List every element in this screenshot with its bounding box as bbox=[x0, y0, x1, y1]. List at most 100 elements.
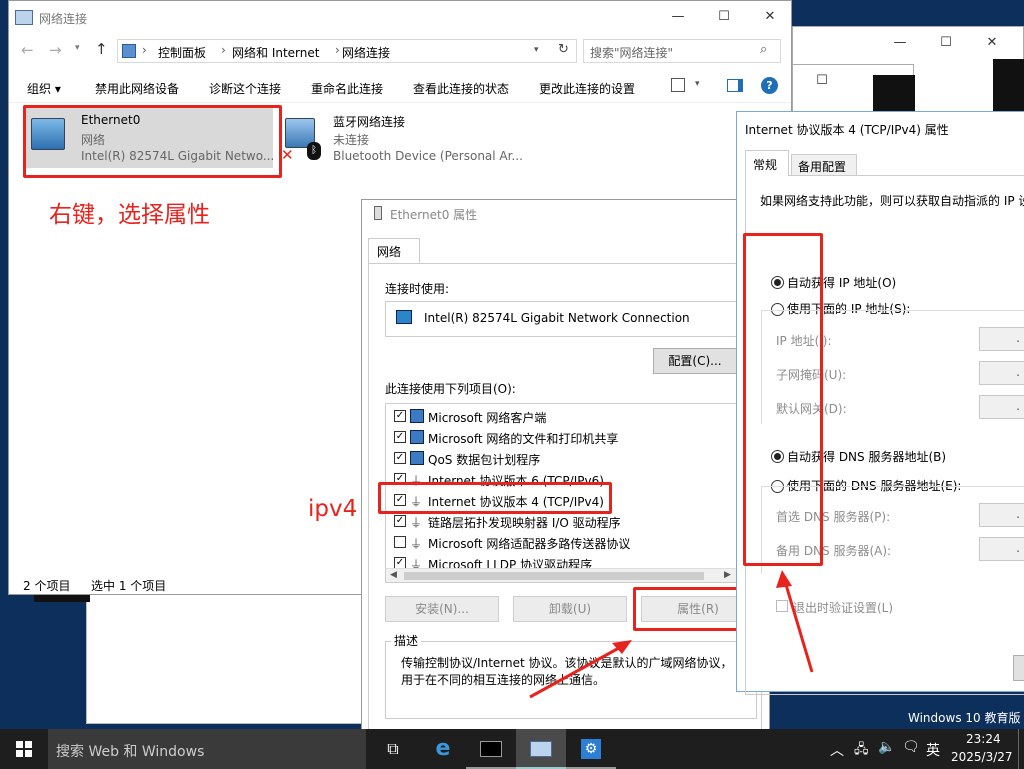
highlight-box bbox=[23, 105, 282, 178]
adapter-name: Intel(R) 82574L Gigabit Network Connecti… bbox=[424, 311, 690, 325]
adapter-name-box: Intel(R) 82574L Gigabit Network Connecti… bbox=[385, 301, 737, 337]
address-dropdown-icon[interactable]: ▾ bbox=[534, 45, 539, 55]
network-connections-taskbar-icon[interactable] bbox=[516, 729, 566, 769]
bluetooth-icon: ᛒ bbox=[307, 142, 321, 160]
view-status-button[interactable]: 查看此连接的状态 bbox=[413, 80, 509, 97]
list-item[interactable]: ⏚ Microsoft 网络适配器多路传送器协议 bbox=[386, 532, 726, 553]
search-icon[interactable]: ⌕ bbox=[760, 42, 767, 57]
tab-network[interactable]: 网络 bbox=[368, 238, 420, 264]
help-icon[interactable]: ? bbox=[761, 77, 778, 94]
gateway-field[interactable]: . bbox=[979, 395, 1024, 419]
breadcrumb-control-panel[interactable]: 控制面板 bbox=[158, 44, 206, 61]
horizontal-scrollbar[interactable]: ◀ ▶ bbox=[386, 568, 736, 582]
scroll-left-icon[interactable]: ◀ bbox=[390, 570, 397, 580]
breadcrumb-network-internet[interactable]: 网络和 Internet bbox=[232, 44, 319, 61]
disconnected-x-icon: ✕ bbox=[281, 146, 294, 164]
organize-menu[interactable]: 组织 ▾ bbox=[27, 80, 61, 97]
command-bar: 组织 ▾ 禁用此网络设备 诊断这个连接 重命名此连接 查看此连接的状态 更改此连… bbox=[9, 71, 791, 103]
settings-gear-icon[interactable]: ⚙ bbox=[566, 729, 616, 769]
item-checkbox[interactable]: ✓ bbox=[394, 515, 406, 527]
close-icon[interactable]: ✕ bbox=[969, 27, 1015, 59]
change-settings-button[interactable]: 更改此连接的设置 bbox=[539, 80, 635, 97]
maximize-icon[interactable]: ☐ bbox=[923, 27, 969, 59]
show-hidden-icons-chevron[interactable]: ︿ bbox=[830, 740, 844, 760]
show-desktop-strip[interactable] bbox=[1018, 729, 1024, 769]
recent-chevron-icon[interactable]: ▾ bbox=[75, 43, 80, 53]
window-title: 网络连接 bbox=[39, 12, 88, 26]
start-button[interactable] bbox=[0, 729, 50, 769]
list-item[interactable]: ✓ Microsoft 网络的文件和打印机共享 bbox=[386, 427, 726, 448]
list-item[interactable]: ✓ Microsoft 网络客户端 bbox=[386, 406, 726, 427]
item-checkbox[interactable]: ✓ bbox=[394, 410, 406, 422]
ip-address-field[interactable]: . bbox=[979, 327, 1024, 351]
item-checkbox[interactable]: ✓ bbox=[394, 431, 406, 443]
chevron-down-icon[interactable]: ▾ bbox=[695, 79, 700, 89]
maximize-icon[interactable]: ☐ bbox=[701, 1, 747, 33]
action-center-icon[interactable]: 🗨 bbox=[902, 739, 920, 755]
forward-arrow-icon[interactable]: → bbox=[49, 41, 62, 59]
item-checkbox[interactable]: ✓ bbox=[394, 452, 406, 464]
taskbar: 搜索 Web 和 Windows ⧉ e ⚙ ︿ 🖧 🔈 🗨 英 23:24 2… bbox=[0, 729, 1024, 769]
windows-logo-gap bbox=[16, 748, 32, 750]
item-checkbox[interactable] bbox=[394, 536, 406, 548]
up-arrow-icon[interactable]: ↑ bbox=[95, 40, 108, 58]
install-button[interactable]: 安装(N)... bbox=[385, 596, 499, 622]
ethernet-properties-dialog: Ethernet0 属性 网络 连接时使用: Intel(R) 82574L G… bbox=[361, 199, 770, 743]
address-bar[interactable]: › 控制面板 › 网络和 Internet › 网络连接 ▾ ↻ bbox=[117, 39, 577, 63]
search-box[interactable]: 搜索"网络连接" ⌕ bbox=[583, 39, 781, 63]
diagnose-button[interactable]: 诊断这个连接 bbox=[209, 80, 281, 97]
tab-general[interactable]: 常规 bbox=[745, 150, 789, 176]
clock-date[interactable]: 2025/3/27 bbox=[951, 750, 1013, 764]
rename-button[interactable]: 重命名此连接 bbox=[311, 80, 383, 97]
dialog-title: Ethernet0 属性 bbox=[390, 208, 478, 222]
language-indicator[interactable]: 英 bbox=[926, 740, 940, 760]
minimize-icon[interactable]: — bbox=[655, 1, 701, 33]
list-item-label: 链路层拓扑发现映射器 I/O 驱动程序 bbox=[428, 516, 621, 530]
item-name: 蓝牙网络连接 bbox=[333, 115, 406, 129]
subnet-mask-field[interactable]: . bbox=[979, 361, 1024, 385]
ok-button-partial[interactable] bbox=[1013, 655, 1024, 681]
scrollbar-thumb[interactable] bbox=[404, 572, 704, 580]
refresh-icon[interactable]: ↻ bbox=[558, 42, 569, 57]
tab-alternate-config[interactable]: 备用配置 bbox=[791, 154, 857, 176]
navigation-bar: ← → ▾ ↑ › 控制面板 › 网络和 Internet › 网络连接 ▾ ↻… bbox=[9, 37, 791, 67]
minimize-icon[interactable]: — bbox=[877, 27, 923, 59]
network-card-icon bbox=[396, 310, 412, 324]
background-window-3 bbox=[86, 592, 362, 724]
breadcrumb-separator-icon: › bbox=[335, 43, 340, 57]
search-bar[interactable]: 搜索 Web 和 Windows bbox=[48, 729, 366, 769]
edition-watermark: Windows 10 教育版 bbox=[908, 711, 1021, 725]
maximize-icon[interactable]: ☐ bbox=[799, 65, 845, 97]
uninstall-button[interactable]: 卸载(U) bbox=[513, 596, 627, 622]
clock-time[interactable]: 23:24 bbox=[966, 732, 1001, 746]
network-tray-icon[interactable]: 🖧 bbox=[854, 740, 869, 762]
breadcrumb-network-connections[interactable]: 网络连接 bbox=[342, 44, 390, 61]
scroll-right-icon[interactable]: ▶ bbox=[724, 570, 731, 580]
dark-pane bbox=[873, 75, 915, 115]
list-item[interactable]: ✓ QoS 数据包计划程序 bbox=[386, 448, 726, 469]
volume-icon[interactable]: 🔈 bbox=[878, 739, 895, 755]
alternate-dns-field[interactable]: . bbox=[979, 537, 1024, 561]
edge-icon[interactable]: e bbox=[418, 729, 468, 769]
description-text: 传输控制协议/Internet 协议。该协议是默认的广域网络协议，用于在不同的相… bbox=[401, 656, 733, 687]
validate-checkbox[interactable] bbox=[776, 600, 788, 612]
status-item-count: 2 个项目 bbox=[23, 579, 71, 593]
preview-pane-icon[interactable] bbox=[727, 79, 743, 92]
command-prompt-icon[interactable] bbox=[466, 729, 516, 769]
task-view-icon[interactable]: ⧉ bbox=[368, 729, 418, 769]
disable-device-button[interactable]: 禁用此网络设备 bbox=[95, 80, 179, 97]
close-icon[interactable]: ✕ bbox=[747, 1, 793, 33]
list-item[interactable]: ✓ ⏚ 链路层拓扑发现映射器 I/O 驱动程序 bbox=[386, 511, 726, 532]
adapter-icon bbox=[374, 206, 382, 220]
configure-button[interactable]: 配置(C)... bbox=[653, 348, 737, 374]
back-arrow-icon[interactable]: ← bbox=[21, 41, 34, 59]
bluetooth-connection-item[interactable]: ✕ ᛒ 蓝牙网络连接 未连接 Bluetooth Device (Persona… bbox=[279, 108, 529, 168]
search-input[interactable]: 搜索"网络连接" bbox=[590, 44, 673, 61]
list-item-label: Microsoft 网络客户端 bbox=[428, 411, 547, 425]
preferred-dns-field[interactable]: . bbox=[979, 503, 1024, 527]
connect-using-label: 连接时使用: bbox=[385, 282, 450, 296]
taskbar-search-input[interactable]: 搜索 Web 和 Windows bbox=[56, 741, 204, 761]
view-options-icon[interactable] bbox=[671, 78, 685, 92]
background-window-2: ☐ bbox=[792, 64, 915, 115]
description-label: 描述 bbox=[391, 632, 422, 649]
